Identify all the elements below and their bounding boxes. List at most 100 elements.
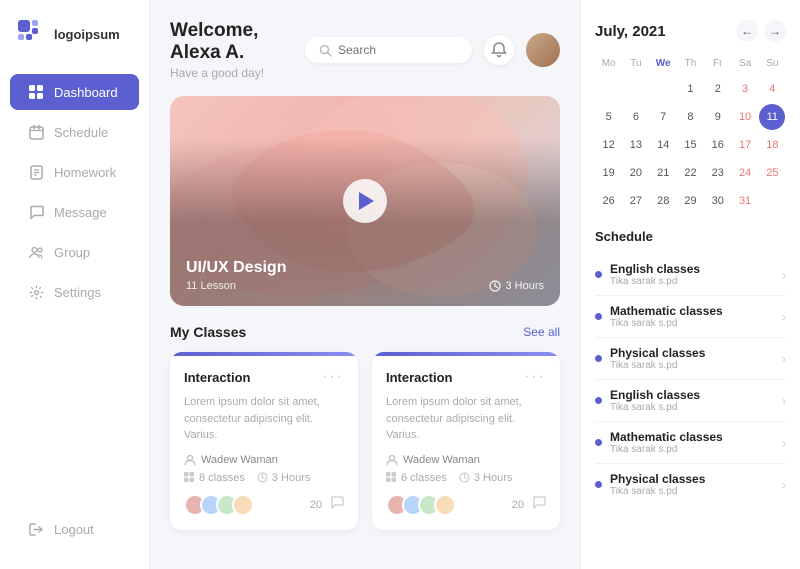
card-hours-1: 3 Hours xyxy=(474,472,513,484)
sidebar-item-group[interactable]: Group xyxy=(10,234,139,270)
sidebar-label-logout: Logout xyxy=(54,522,94,537)
users-icon xyxy=(28,244,44,260)
hero-video-card[interactable]: UI/UX Design 11 Lesson 3 Hours xyxy=(170,96,560,306)
schedule-info: Physical classes Tika sarak s.pd xyxy=(610,472,782,497)
calendar-next[interactable]: → xyxy=(764,20,786,42)
chat-bubble-icon-1[interactable] xyxy=(532,496,546,513)
sidebar-label-schedule: Schedule xyxy=(54,125,108,140)
card-header-0: Interaction ··· xyxy=(184,368,344,386)
calendar-date[interactable]: 13 xyxy=(623,132,649,158)
card-stats-1: 6 classes 3 Hours xyxy=(386,472,546,484)
calendar-dates: 1234567891011121314151617181920212223242… xyxy=(595,75,786,215)
calendar-date[interactable]: 16 xyxy=(705,132,731,158)
calendar-date[interactable]: 31 xyxy=(732,188,758,214)
chat-bubble-icon-0[interactable] xyxy=(330,496,344,513)
calendar-date[interactable]: 14 xyxy=(650,132,676,158)
calendar-date[interactable]: 30 xyxy=(705,188,731,214)
calendar-date[interactable]: 15 xyxy=(677,132,703,158)
day-fr: Fr xyxy=(704,56,731,71)
play-triangle-icon xyxy=(359,192,374,210)
sidebar-item-homework[interactable]: Homework xyxy=(10,154,139,190)
schedule-teacher: Tika sarak s.pd xyxy=(610,444,782,455)
calendar-date[interactable]: 1 xyxy=(677,76,703,102)
calendar-date[interactable]: 26 xyxy=(596,188,622,214)
calendar-date[interactable]: 3 xyxy=(732,76,758,102)
day-sa: Sa xyxy=(731,56,758,71)
calendar-date[interactable]: 2 xyxy=(705,76,731,102)
card-avatars-1 xyxy=(386,494,450,516)
sidebar-item-logout[interactable]: Logout xyxy=(10,511,139,547)
schedule-teacher: Tika sarak s.pd xyxy=(610,360,782,371)
calendar-date[interactable]: 19 xyxy=(596,160,622,186)
calendar-date[interactable]: 27 xyxy=(623,188,649,214)
search-input[interactable] xyxy=(338,43,458,57)
calendar-date[interactable]: 8 xyxy=(677,104,703,130)
calendar-date[interactable]: 22 xyxy=(677,160,703,186)
schedule-dot xyxy=(595,481,602,488)
schedule-item[interactable]: English classes Tika sarak s.pd › xyxy=(595,380,786,422)
hero-duration: 3 Hours xyxy=(489,280,544,292)
schedule-item[interactable]: Physical classes Tika sarak s.pd › xyxy=(595,338,786,380)
notification-bell[interactable] xyxy=(484,35,514,65)
schedule-info: Mathematic classes Tika sarak s.pd xyxy=(610,304,782,329)
calendar-date[interactable]: 24 xyxy=(732,160,758,186)
calendar-date[interactable]: 7 xyxy=(650,104,676,130)
card-menu-1[interactable]: ··· xyxy=(524,368,546,386)
schedule-chevron-icon: › xyxy=(782,478,786,492)
sidebar-bottom: Logout xyxy=(0,509,149,549)
sidebar-item-schedule[interactable]: Schedule xyxy=(10,114,139,150)
calendar-date[interactable]: 21 xyxy=(650,160,676,186)
user-avatar[interactable] xyxy=(526,33,560,67)
calendar-prev[interactable]: ← xyxy=(736,20,758,42)
sidebar-label-dashboard: Dashboard xyxy=(54,85,118,100)
main-content: Welcome, Alexa A. Have a good day! xyxy=(150,0,580,569)
card-menu-0[interactable]: ··· xyxy=(322,368,344,386)
hero-title: UI/UX Design xyxy=(186,259,286,277)
clock-stat-icon-1 xyxy=(459,472,470,483)
schedule-chevron-icon: › xyxy=(782,394,786,408)
see-all-link[interactable]: See all xyxy=(523,325,560,339)
classes-section-header: My Classes See all xyxy=(170,324,560,340)
calendar-date[interactable]: 29 xyxy=(677,188,703,214)
calendar-date[interactable]: 20 xyxy=(623,160,649,186)
play-button[interactable] xyxy=(343,179,387,223)
search-box[interactable] xyxy=(305,37,472,63)
calendar-date[interactable]: 23 xyxy=(705,160,731,186)
calendar-date[interactable]: 28 xyxy=(650,188,676,214)
calendar-date[interactable]: 17 xyxy=(732,132,758,158)
calendar-header: July, 2021 ← → xyxy=(595,20,786,42)
card-classes-stat-1: 6 classes xyxy=(386,472,447,484)
schedule-item[interactable]: Physical classes Tika sarak s.pd › xyxy=(595,464,786,505)
calendar-date[interactable]: 18 xyxy=(759,132,785,158)
sidebar-item-dashboard[interactable]: Dashboard xyxy=(10,74,139,110)
card-teacher-1: Wadew Waman xyxy=(386,454,546,466)
calendar-date[interactable]: 25 xyxy=(759,160,785,186)
sidebar-item-settings[interactable]: Settings xyxy=(10,274,139,310)
card-title-1: Interaction xyxy=(386,370,452,385)
calendar-grid: Mo Tu We Th Fr Sa Su 1234567891011121314… xyxy=(595,56,786,215)
schedule-section-title: Schedule xyxy=(595,229,786,244)
sidebar: logoipsum Dashboard Schedule Homework Me… xyxy=(0,0,150,569)
schedule-item[interactable]: Mathematic classes Tika sarak s.pd › xyxy=(595,296,786,338)
card-count-0: 20 xyxy=(310,499,322,511)
calendar-date[interactable]: 12 xyxy=(596,132,622,158)
calendar-date[interactable]: 11 xyxy=(759,104,785,130)
calendar-date[interactable]: 10 xyxy=(732,104,758,130)
schedule-item[interactable]: Mathematic classes Tika sarak s.pd › xyxy=(595,422,786,464)
schedule-item[interactable]: English classes Tika sarak s.pd › xyxy=(595,254,786,296)
day-su: Su xyxy=(759,56,786,71)
sidebar-item-message[interactable]: Message xyxy=(10,194,139,230)
card-footer-right-0: 20 xyxy=(310,496,344,513)
calendar-date[interactable]: 9 xyxy=(705,104,731,130)
calendar-date[interactable]: 5 xyxy=(596,104,622,130)
schedule-dot xyxy=(595,397,602,404)
schedule-chevron-icon: › xyxy=(782,436,786,450)
calendar-date[interactable]: 4 xyxy=(759,76,785,102)
schedule-name: Physical classes xyxy=(610,472,782,486)
gear-icon xyxy=(28,284,44,300)
schedule-chevron-icon: › xyxy=(782,310,786,324)
card-count-1: 20 xyxy=(512,499,524,511)
search-icon xyxy=(319,44,332,57)
hero-lessons: 11 Lesson xyxy=(186,280,286,292)
calendar-date[interactable]: 6 xyxy=(623,104,649,130)
